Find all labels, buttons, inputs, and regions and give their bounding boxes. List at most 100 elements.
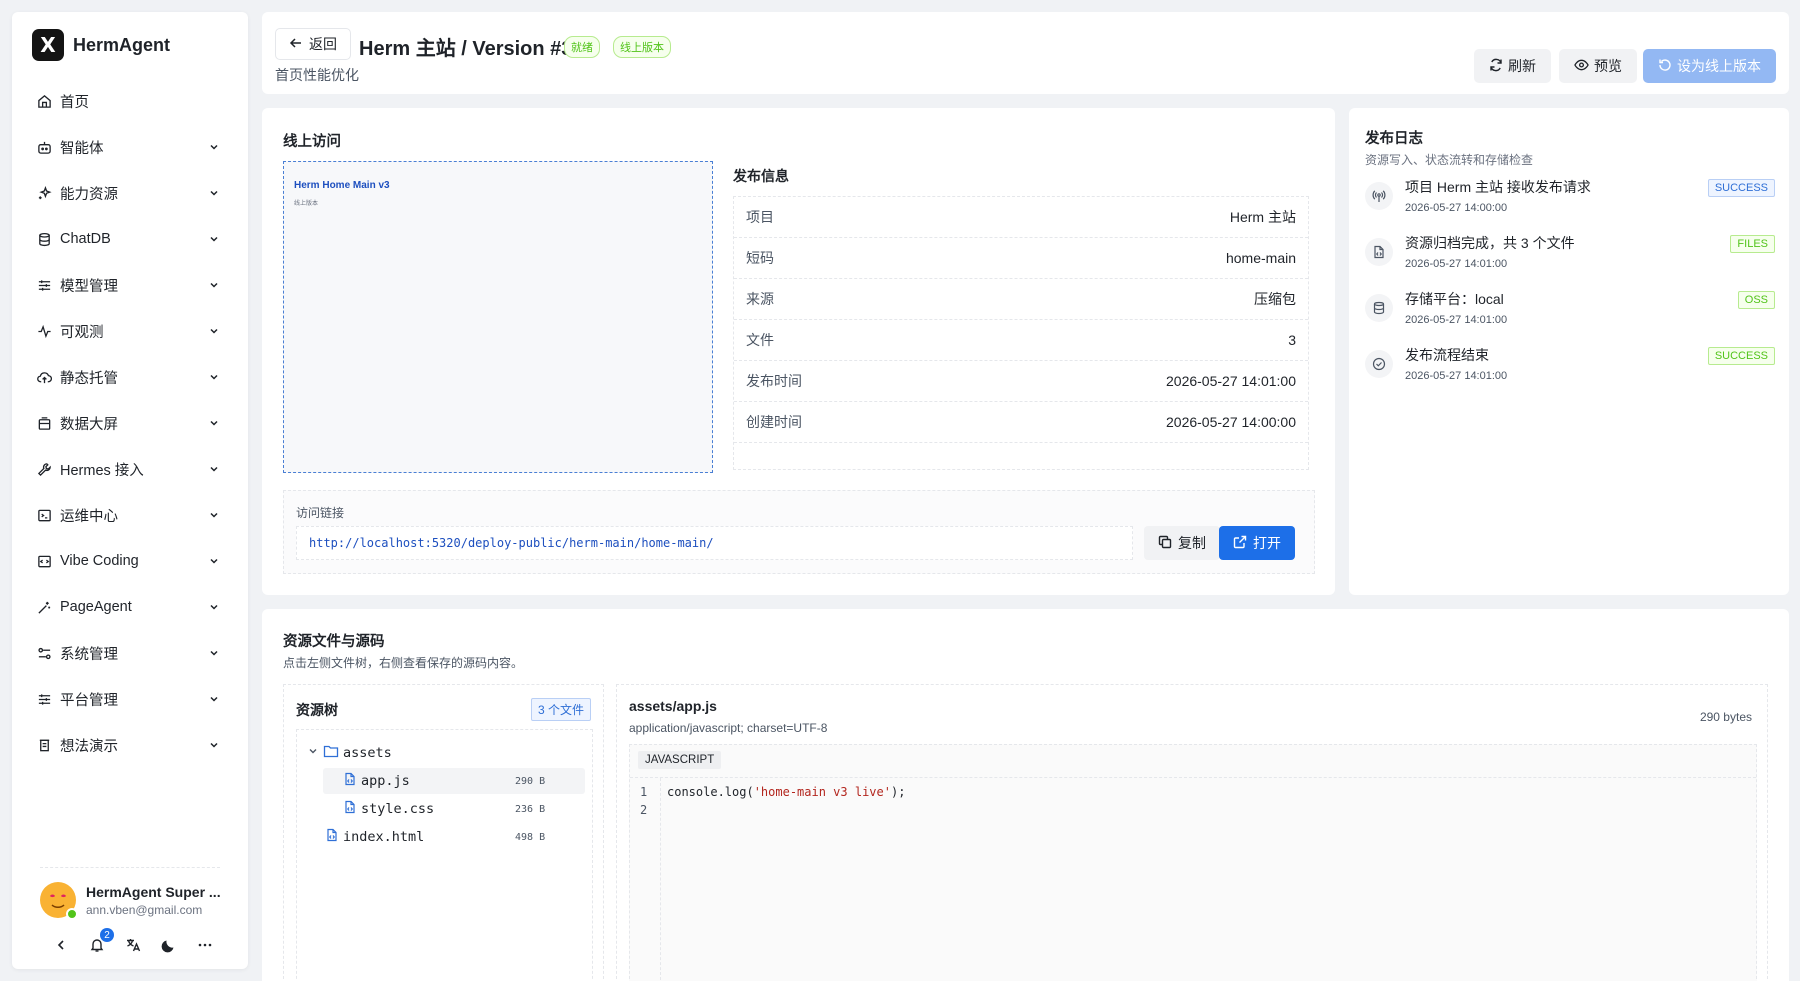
tree-file-index-html[interactable]: index.html 498 B xyxy=(307,824,585,850)
sidebar-menu: 首页 智能体 能力资源 ChatDB 模型管理 可观测 静态托管 数据大屏 He… xyxy=(12,78,248,768)
log-entry: 资源归档完成，共 3 个文件 2026-05-27 14:01:00 FILES xyxy=(1365,233,1775,283)
database-icon xyxy=(1365,294,1393,322)
code-viewer[interactable]: JAVASCRIPT 1 2 console.log('home-main v3… xyxy=(629,744,1757,981)
code-editor-area[interactable]: 1 2 console.log('home-main v3 live'); xyxy=(630,777,1756,981)
more-icon[interactable] xyxy=(196,936,214,954)
chevron-down-icon xyxy=(208,371,220,383)
info-value: 2026-05-27 14:00:00 xyxy=(1166,414,1296,430)
user-profile[interactable]: HermAgent Super ... ann.vben@gmail.com xyxy=(40,882,221,920)
moon-icon[interactable] xyxy=(160,936,178,954)
sidebar-item-models[interactable]: 模型管理 xyxy=(26,262,234,308)
brand-logo: X xyxy=(32,29,64,61)
page-header: 返回 Herm 主站 / Version #3 就绪 线上版本 首页性能优化 刷… xyxy=(262,12,1789,94)
back-button-label: 返回 xyxy=(309,36,337,52)
copy-icon xyxy=(1158,535,1172,552)
info-key: 来源 xyxy=(746,291,774,307)
translate-icon[interactable] xyxy=(124,936,142,954)
preview-button[interactable]: 预览 xyxy=(1559,49,1637,83)
avatar xyxy=(40,882,78,920)
sidebar-item-observability[interactable]: 可观测 xyxy=(26,308,234,354)
info-value: home-main xyxy=(1225,250,1296,266)
sidebar-item-chatdb[interactable]: ChatDB xyxy=(26,216,234,262)
online-access-card: 线上访问 Herm Home Main v3 线上版本 发布信息 项目 Herm … xyxy=(262,108,1335,595)
tree-file-app-js[interactable]: app.js 290 B xyxy=(323,768,585,794)
chevron-down-icon xyxy=(208,647,220,659)
log-entry: 存储平台：local 2026-05-27 14:01:00 OSS xyxy=(1365,289,1775,339)
monitor-icon xyxy=(36,415,52,431)
info-row-project: 项目 Herm 主站 xyxy=(734,197,1308,238)
access-link-field[interactable]: http://localhost:5320/deploy-public/herm… xyxy=(296,526,1133,560)
wand-icon xyxy=(36,599,52,615)
sidebar-item-agents[interactable]: 智能体 xyxy=(26,124,234,170)
chevron-down-icon xyxy=(208,463,220,475)
access-link-label: 访问链接 xyxy=(296,506,345,520)
sidebar-tools: 2 xyxy=(52,928,214,954)
activity-icon xyxy=(36,323,52,339)
chevron-down-icon xyxy=(208,509,220,521)
log-entry-time: 2026-05-27 14:00:00 xyxy=(1405,202,1508,214)
tree-file-style-css[interactable]: style.css 236 B xyxy=(323,796,585,822)
set-live-button[interactable]: 设为线上版本 xyxy=(1643,49,1776,83)
code-icon xyxy=(36,553,52,569)
log-status-tag: SUCCESS xyxy=(1707,347,1775,365)
user-name: HermAgent Super ... xyxy=(86,883,221,900)
sidebar-item-static-hosting[interactable]: 静态托管 xyxy=(26,354,234,400)
bell-icon[interactable]: 2 xyxy=(88,928,114,954)
terminal-icon xyxy=(36,507,52,523)
online-status-dot xyxy=(66,908,78,920)
code-string-token: 'home-main v3 live' xyxy=(753,785,891,799)
info-value: 3 xyxy=(1288,332,1296,348)
info-key: 发布时间 xyxy=(746,373,802,389)
brand[interactable]: X HermAgent xyxy=(12,12,248,78)
open-label: 打开 xyxy=(1253,535,1281,551)
open-link-button[interactable]: 打开 xyxy=(1219,526,1295,560)
folder-icon xyxy=(323,744,339,762)
sidebar-item-home[interactable]: 首页 xyxy=(26,78,234,124)
tree-item-name: index.html xyxy=(343,829,425,845)
code-mime-type: application/javascript; charset=UTF-8 xyxy=(629,721,828,735)
database-icon xyxy=(36,231,52,247)
sidebar: X HermAgent 首页 智能体 能力资源 ChatDB 模型管理 可观测 … xyxy=(12,12,248,969)
wrench-icon xyxy=(36,461,52,477)
sidebar-item-vibe-coding[interactable]: Vibe Coding xyxy=(26,538,234,584)
sidebar-item-label: Vibe Coding xyxy=(60,553,139,569)
chevron-down-icon xyxy=(208,141,220,153)
info-row-source: 来源 压缩包 xyxy=(734,279,1308,320)
chevron-down-icon xyxy=(208,233,220,245)
sidebar-item-ops[interactable]: 运维中心 xyxy=(26,492,234,538)
info-row-published-at: 发布时间 2026-05-27 14:01:00 xyxy=(734,361,1308,402)
arrow-left-icon xyxy=(289,36,303,53)
page-title: Herm 主站 / Version #3 xyxy=(359,38,573,60)
refresh-button[interactable]: 刷新 xyxy=(1474,49,1551,83)
sidebar-divider xyxy=(40,867,220,868)
code-file-size: 290 bytes xyxy=(1699,710,1752,724)
sidebar-item-pageagent[interactable]: PageAgent xyxy=(26,584,234,630)
sidebar-item-ideas[interactable]: 想法演示 xyxy=(26,722,234,768)
tree-folder-assets[interactable]: assets xyxy=(307,740,585,766)
log-entry: 发布流程结束 2026-05-27 14:01:00 SUCCESS xyxy=(1365,345,1775,395)
sidebar-item-data-screen[interactable]: 数据大屏 xyxy=(26,400,234,446)
tree-item-name: app.js xyxy=(361,773,410,789)
preview-site-subtitle: 线上版本 xyxy=(294,201,319,207)
tree-item-name: style.css xyxy=(361,801,435,817)
code-token: console.log( xyxy=(667,785,754,799)
file-code-icon xyxy=(343,800,357,818)
notification-badge: 2 xyxy=(100,928,114,942)
sidebar-item-label: 能力资源 xyxy=(60,186,118,203)
sparkles-icon xyxy=(36,185,52,201)
status-badge: 就绪 xyxy=(564,36,600,58)
sidebar-item-system[interactable]: 系统管理 xyxy=(26,630,234,676)
sidebar-item-label: Hermes 接入 xyxy=(60,462,144,479)
copy-link-button[interactable]: 复制 xyxy=(1144,526,1220,560)
sidebar-item-capabilities[interactable]: 能力资源 xyxy=(26,170,234,216)
sidebar-item-platform[interactable]: 平台管理 xyxy=(26,676,234,722)
chevron-down-icon xyxy=(208,601,220,613)
site-preview-frame[interactable]: Herm Home Main v3 线上版本 xyxy=(283,161,713,473)
collapse-chevron-icon[interactable] xyxy=(52,936,70,954)
online-access-title: 线上访问 xyxy=(283,134,341,150)
file-code-icon xyxy=(1365,238,1393,266)
sidebar-item-label: 运维中心 xyxy=(60,508,118,525)
sidebar-item-hermes[interactable]: Hermes 接入 xyxy=(26,446,234,492)
back-button[interactable]: 返回 xyxy=(275,28,351,60)
info-row-shortcode: 短码 home-main xyxy=(734,238,1308,279)
